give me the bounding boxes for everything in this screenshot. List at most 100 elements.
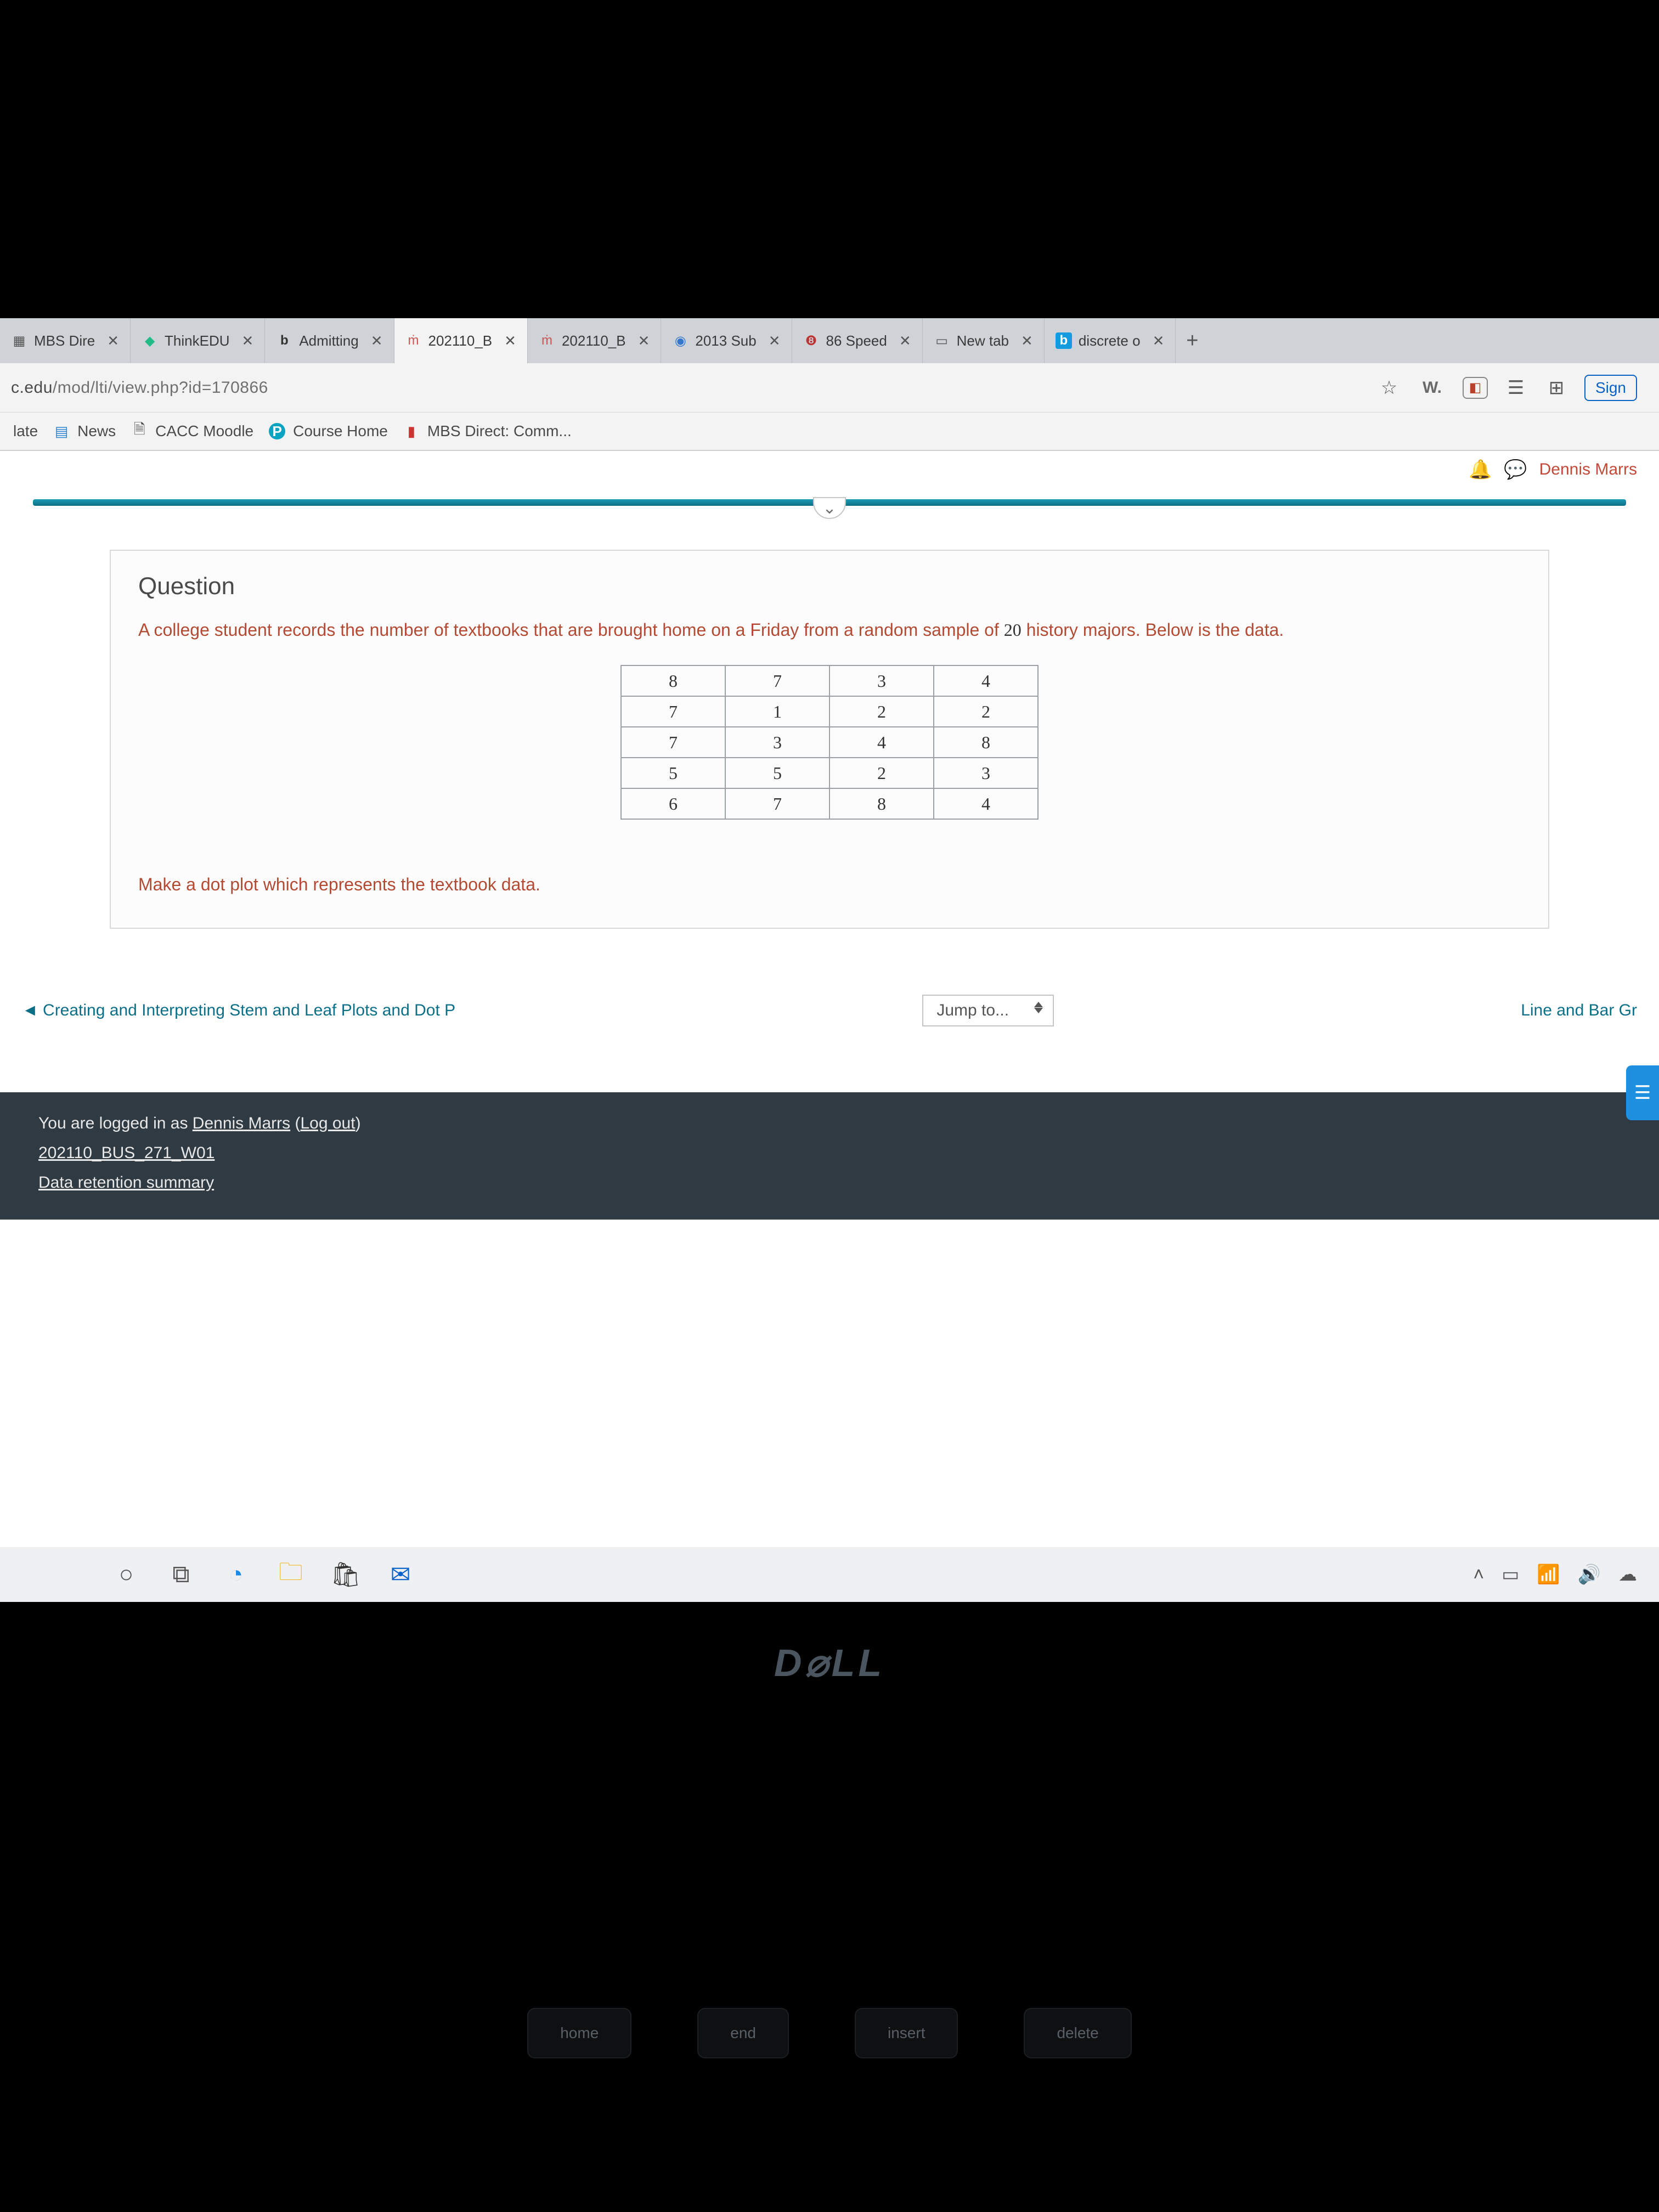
tab-202110-a[interactable]: ṁ 202110_B ✕ (394, 318, 528, 363)
reading-list-icon[interactable]: ☰ (1503, 375, 1528, 400)
tab-thinkedu[interactable]: ◆ ThinkEDU ✕ (131, 318, 265, 363)
browser-toolbar: c.edu/mod/lti/view.php?id=170866 ☆ W. ◧ … (0, 363, 1659, 413)
tab-label: MBS Dire (34, 332, 95, 349)
data-retention-link[interactable]: Data retention summary (38, 1173, 214, 1192)
footer-user-link[interactable]: Dennis Marrs (193, 1114, 290, 1132)
favorite-star-icon[interactable]: ☆ (1376, 375, 1402, 400)
feedback-icon: ☰ (1634, 1082, 1651, 1104)
favorites-bar: late ▤ News 🗎 CACC Moodle P Course Home … (0, 413, 1659, 451)
edge-icon[interactable]: ◔ (219, 1558, 252, 1591)
cell: 5 (725, 758, 830, 788)
cell: 1 (725, 696, 830, 727)
tab-202110-b[interactable]: ṁ 202110_B ✕ (528, 318, 661, 363)
user-name[interactable]: Dennis Marrs (1539, 460, 1637, 479)
search-icon[interactable]: ○ (110, 1558, 143, 1591)
page-icon: 🗎 (131, 423, 148, 439)
favicon-icon: ṁ (539, 332, 555, 349)
close-icon[interactable]: ✕ (242, 332, 254, 349)
close-icon[interactable]: ✕ (371, 332, 383, 349)
key-delete: delete (1024, 2008, 1131, 2058)
key-end: end (697, 2008, 789, 2058)
fav-label: late (13, 422, 38, 440)
cell: 5 (621, 758, 725, 788)
close-icon[interactable]: ✕ (638, 332, 650, 349)
favicon-icon: b (276, 332, 292, 349)
fav-label: Course Home (293, 422, 388, 440)
windows-taskbar: ○ ⧉ ◔ 🗀 🛍 ✉ ˄ ▭ 📶 🔊 ☁ (0, 1547, 1659, 1602)
table-row: 8 7 3 4 (621, 665, 1038, 696)
mail-icon[interactable]: ✉ (384, 1558, 417, 1591)
fav-mbs[interactable]: ▮ MBS Direct: Comm... (403, 422, 572, 440)
next-activity-link[interactable]: Line and Bar Gr (1521, 1001, 1637, 1020)
dell-logo: D⌀LL (774, 1640, 885, 1685)
fav-late[interactable]: late (13, 422, 38, 440)
close-icon[interactable]: ✕ (1021, 332, 1033, 349)
question-prompt: A college student records the number of … (138, 617, 1521, 643)
cell: 3 (830, 665, 934, 696)
cell: 7 (725, 788, 830, 819)
table-row: 5 5 2 3 (621, 758, 1038, 788)
moodle-footer: You are logged in as Dennis Marrs (Log o… (0, 1092, 1659, 1220)
wifi-icon[interactable]: 📶 (1537, 1564, 1560, 1585)
news-icon: ▤ (53, 423, 70, 439)
cell: 2 (934, 696, 1038, 727)
collections-icon[interactable]: ⊞ (1544, 375, 1569, 400)
table-row: 6 7 8 4 (621, 788, 1038, 819)
tab-mbs[interactable]: ▦ MBS Dire ✕ (0, 318, 131, 363)
store-icon[interactable]: 🛍 (329, 1558, 362, 1591)
pearson-icon: P (269, 423, 285, 439)
fav-label: MBS Direct: Comm... (427, 422, 572, 440)
question-instruction: Make a dot plot which represents the tex… (138, 874, 1521, 895)
prev-activity-link[interactable]: ◄ Creating and Interpreting Stem and Lea… (22, 1001, 455, 1020)
shopping-icon[interactable]: ◧ (1463, 377, 1488, 399)
address-bar[interactable]: c.edu/mod/lti/view.php?id=170866 (11, 379, 1376, 397)
new-tab-button[interactable]: + (1176, 318, 1209, 363)
cell: 7 (725, 665, 830, 696)
close-icon[interactable]: ✕ (107, 332, 119, 349)
sign-in-button[interactable]: Sign (1584, 375, 1637, 401)
wikipedia-shortcut[interactable]: W. (1417, 379, 1447, 397)
favicon-icon: ṁ (405, 332, 422, 349)
volume-icon[interactable]: 🔊 (1578, 1564, 1601, 1585)
section-divider: ⌄ (33, 499, 1626, 506)
tab-2013sub[interactable]: ◉ 2013 Sub ✕ (661, 318, 792, 363)
close-icon[interactable]: ✕ (769, 332, 781, 349)
close-icon[interactable]: ✕ (1153, 332, 1165, 349)
onedrive-icon[interactable]: ☁ (1618, 1564, 1637, 1585)
logout-link[interactable]: Log out (300, 1114, 355, 1132)
chevron-up-icon[interactable]: ˄ (1473, 1564, 1484, 1585)
keyboard-row: home end insert delete (0, 2008, 1659, 2058)
tab-label: 202110_B (428, 332, 493, 349)
close-icon[interactable]: ✕ (899, 332, 911, 349)
tab-newtab[interactable]: ▭ New tab ✕ (923, 318, 1045, 363)
explorer-icon[interactable]: 🗀 (274, 1558, 307, 1591)
fav-cacc[interactable]: 🗎 CACC Moodle (131, 422, 253, 440)
jump-to-select[interactable]: Jump to... (922, 995, 1054, 1026)
fav-course-home[interactable]: P Course Home (269, 422, 388, 440)
chat-icon[interactable]: 💬 (1504, 459, 1527, 481)
cell: 3 (934, 758, 1038, 788)
fav-news[interactable]: ▤ News (53, 422, 116, 440)
tab-label: 2013 Sub (695, 332, 756, 349)
course-link[interactable]: 202110_BUS_271_W01 (38, 1144, 215, 1162)
cell: 6 (621, 788, 725, 819)
chevron-down-icon[interactable]: ⌄ (813, 497, 846, 519)
tab-86speed[interactable]: ❽ 86 Speed ✕ (792, 318, 923, 363)
key-insert: insert (855, 2008, 958, 2058)
cell: 7 (621, 727, 725, 758)
close-icon[interactable]: ✕ (504, 332, 516, 349)
cell: 2 (830, 758, 934, 788)
task-view-icon[interactable]: ⧉ (165, 1558, 198, 1591)
tab-admitting[interactable]: b Admitting ✕ (265, 318, 394, 363)
bell-icon[interactable]: 🔔 (1469, 459, 1492, 481)
feedback-tab[interactable]: ☰ (1626, 1065, 1659, 1120)
cell: 4 (934, 788, 1038, 819)
favicon-icon: ❽ (803, 332, 820, 349)
tab-discrete[interactable]: b discrete o ✕ (1045, 318, 1176, 363)
favicon-icon: b (1056, 332, 1072, 349)
battery-icon[interactable]: ▭ (1502, 1564, 1519, 1585)
tab-label: 202110_B (562, 332, 626, 349)
table-row: 7 3 4 8 (621, 727, 1038, 758)
cell: 7 (621, 696, 725, 727)
key-home: home (527, 2008, 631, 2058)
